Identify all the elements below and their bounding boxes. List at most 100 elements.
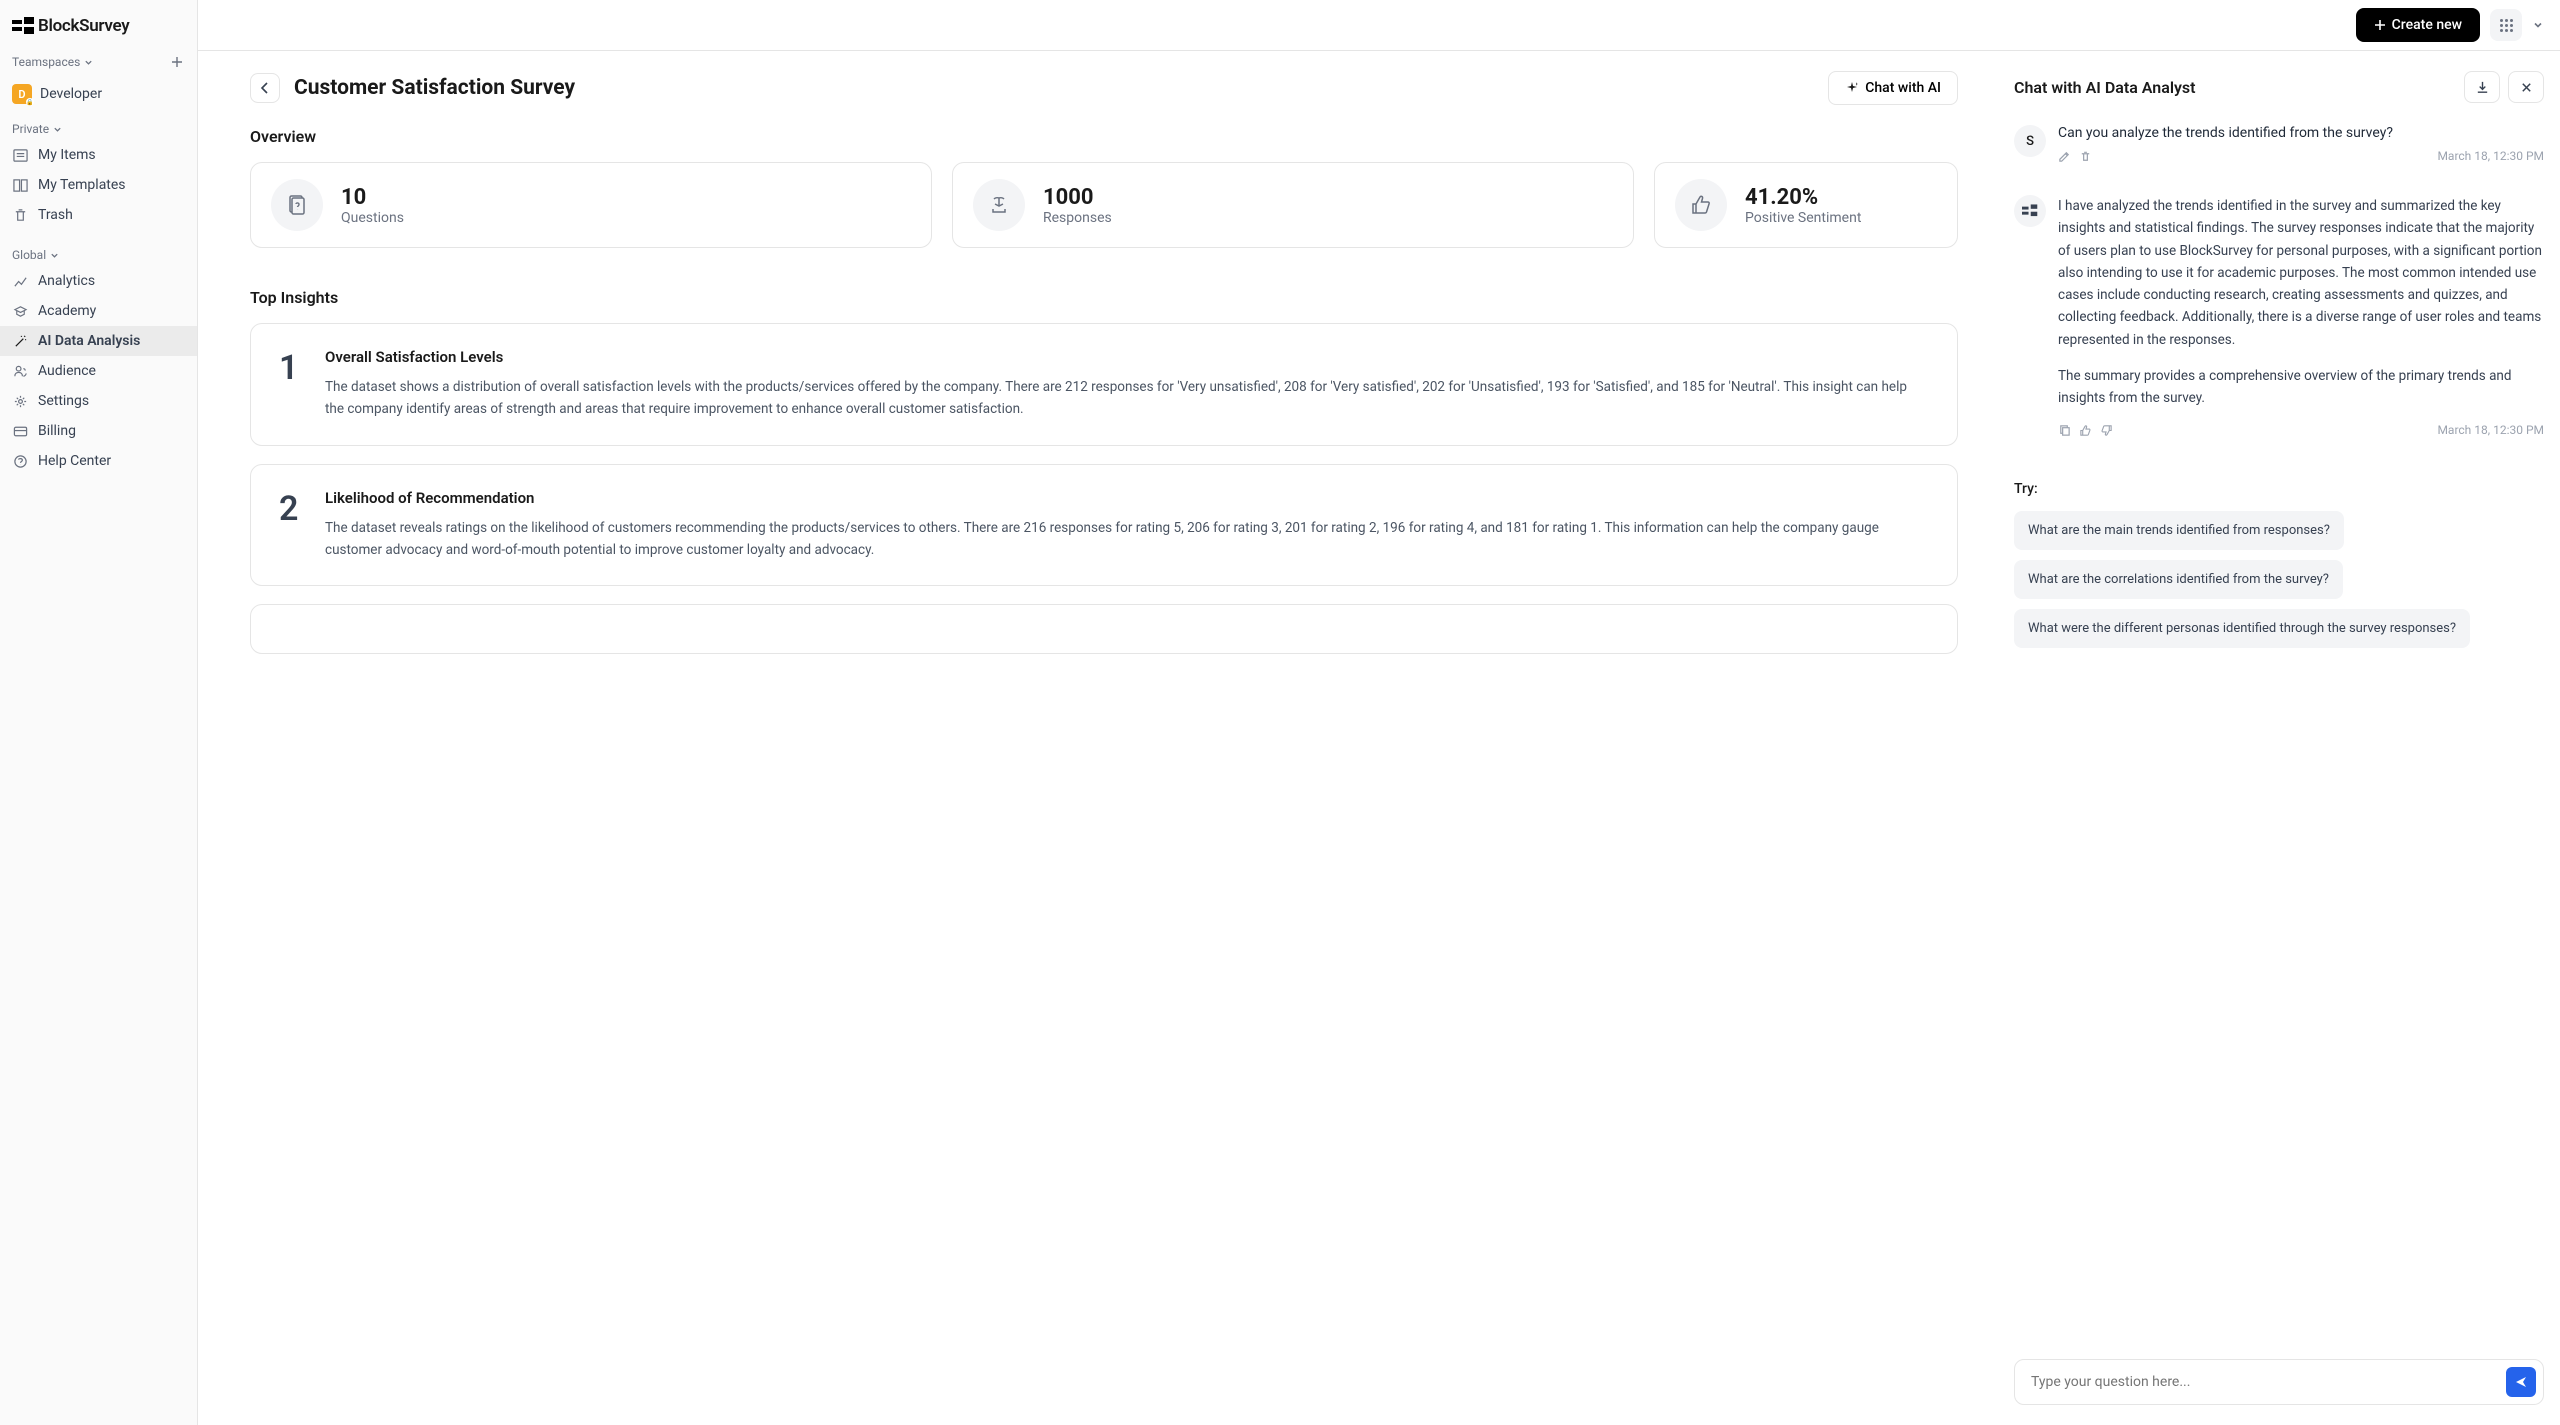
user-row[interactable]: D 🔒 Developer: [0, 78, 197, 118]
download-button[interactable]: [2464, 71, 2500, 103]
templates-icon: [12, 177, 28, 193]
chevron-down-icon: [84, 58, 93, 67]
nav-help-center[interactable]: Help Center: [0, 446, 197, 476]
try-suggestion[interactable]: What are the main trends identified from…: [2014, 511, 2344, 550]
insight-number: 2: [279, 489, 301, 562]
user-msg-text: Can you analyze the trends identified fr…: [2058, 125, 2544, 141]
nav-my-templates[interactable]: My Templates: [0, 170, 197, 200]
back-button[interactable]: [250, 73, 280, 103]
global-section-label[interactable]: Global: [0, 244, 197, 266]
ai-message: I have analyzed the trends identified in…: [2014, 195, 2544, 437]
create-new-button[interactable]: Create new: [2356, 8, 2480, 42]
chevron-down-icon: [53, 125, 62, 134]
chat-panel: Chat with AI Data Analyst S Can you: [1990, 51, 2560, 1425]
trash-icon: [2079, 150, 2092, 163]
delete-button[interactable]: [2079, 150, 2092, 163]
card-icon: [12, 423, 28, 439]
user-name: Developer: [40, 86, 102, 102]
edit-button[interactable]: [2058, 150, 2071, 163]
thumbs-down-icon: [2100, 424, 2113, 437]
thumbs-up-icon: [1675, 179, 1727, 231]
thumbs-up-button[interactable]: [2079, 424, 2092, 437]
page-title: Customer Satisfaction Survey: [294, 76, 575, 100]
thumbs-up-icon: [2079, 424, 2092, 437]
users-icon: [12, 363, 28, 379]
try-suggestion[interactable]: What are the correlations identified fro…: [2014, 560, 2343, 599]
close-icon: [2520, 81, 2533, 94]
trash-icon: [12, 207, 28, 223]
try-suggestion[interactable]: What were the different personas identif…: [2014, 609, 2470, 648]
insight-card: 2 Likelihood of Recommendation The datas…: [250, 464, 1958, 587]
insight-body: The dataset shows a distribution of over…: [325, 376, 1929, 421]
ai-msg-paragraph: The summary provides a comprehensive ove…: [2058, 365, 2544, 410]
plus-icon: [171, 56, 183, 68]
send-icon: [2514, 1375, 2528, 1389]
stat-value: 10: [341, 185, 404, 210]
private-section-label[interactable]: Private: [0, 118, 197, 140]
send-button[interactable]: [2506, 1367, 2536, 1397]
user-avatar: D 🔒: [12, 84, 32, 104]
insight-title: Overall Satisfaction Levels: [325, 348, 1929, 366]
insight-body: The dataset reveals ratings on the likel…: [325, 517, 1929, 562]
chat-input-row: [2014, 1359, 2544, 1405]
stat-value: 1000: [1043, 185, 1112, 210]
stat-label: Responses: [1043, 210, 1112, 226]
copy-button[interactable]: [2058, 424, 2071, 437]
topbar: Create new: [198, 0, 2560, 51]
topbar-dropdown[interactable]: [2532, 19, 2544, 31]
apps-menu-button[interactable]: [2490, 9, 2522, 41]
close-button[interactable]: [2508, 71, 2544, 103]
gear-icon: [12, 393, 28, 409]
chart-icon: [12, 273, 28, 289]
nav-academy[interactable]: Academy: [0, 296, 197, 326]
logo-text: BlockSurvey: [38, 16, 129, 36]
try-label: Try:: [2014, 481, 2544, 497]
nav-settings[interactable]: Settings: [0, 386, 197, 416]
academy-icon: [12, 303, 28, 319]
logo-icon: [2022, 204, 2038, 218]
stat-label: Questions: [341, 210, 404, 226]
msg-timestamp: March 18, 12:30 PM: [2437, 149, 2544, 163]
plus-icon: [2374, 19, 2386, 31]
logo[interactable]: BlockSurvey: [0, 0, 197, 54]
copy-icon: [2058, 424, 2071, 437]
user-msg-avatar: S: [2014, 125, 2046, 157]
stat-value: 41.20%: [1745, 185, 1861, 210]
stat-label: Positive Sentiment: [1745, 210, 1861, 226]
list-icon: [12, 147, 28, 163]
wand-icon: [12, 333, 28, 349]
stat-sentiment: 41.20% Positive Sentiment: [1654, 162, 1958, 248]
chat-input[interactable]: [2014, 1359, 2544, 1405]
thumbs-down-button[interactable]: [2100, 424, 2113, 437]
nav-ai-data-analysis[interactable]: AI Data Analysis: [0, 326, 197, 356]
nav-billing[interactable]: Billing: [0, 416, 197, 446]
nav-trash[interactable]: Trash: [0, 200, 197, 230]
insight-card: [250, 604, 1958, 654]
teamspaces-label[interactable]: Teamspaces: [12, 55, 93, 69]
logo-icon: [12, 17, 34, 35]
download-icon: [2475, 80, 2490, 95]
overview-heading: Overview: [250, 127, 1958, 146]
sparkle-icon: [1845, 81, 1859, 95]
arrow-left-icon: [258, 81, 272, 95]
user-message: S Can you analyze the trends identified …: [2014, 125, 2544, 163]
nav-audience[interactable]: Audience: [0, 356, 197, 386]
nav-my-items[interactable]: My Items: [0, 140, 197, 170]
lock-icon: 🔒: [26, 98, 34, 106]
add-teamspace-button[interactable]: [169, 54, 185, 70]
chat-title: Chat with AI Data Analyst: [2014, 78, 2196, 97]
main-panel: Customer Satisfaction Survey Chat with A…: [198, 51, 1990, 1425]
insight-card: 1 Overall Satisfaction Levels The datase…: [250, 323, 1958, 446]
stat-questions: 10 Questions: [250, 162, 932, 248]
insights-heading: Top Insights: [250, 288, 1958, 307]
ai-msg-avatar: [2014, 195, 2046, 227]
ai-msg-paragraph: I have analyzed the trends identified in…: [2058, 195, 2544, 351]
help-icon: [12, 453, 28, 469]
try-section: Try: What are the main trends identified…: [2014, 481, 2544, 648]
grid-icon: [2500, 19, 2513, 32]
nav-analytics[interactable]: Analytics: [0, 266, 197, 296]
chat-with-ai-button[interactable]: Chat with AI: [1828, 71, 1958, 105]
responses-icon: [973, 179, 1025, 231]
sidebar: BlockSurvey Teamspaces D 🔒 Developer Pri…: [0, 0, 198, 1425]
stat-responses: 1000 Responses: [952, 162, 1634, 248]
